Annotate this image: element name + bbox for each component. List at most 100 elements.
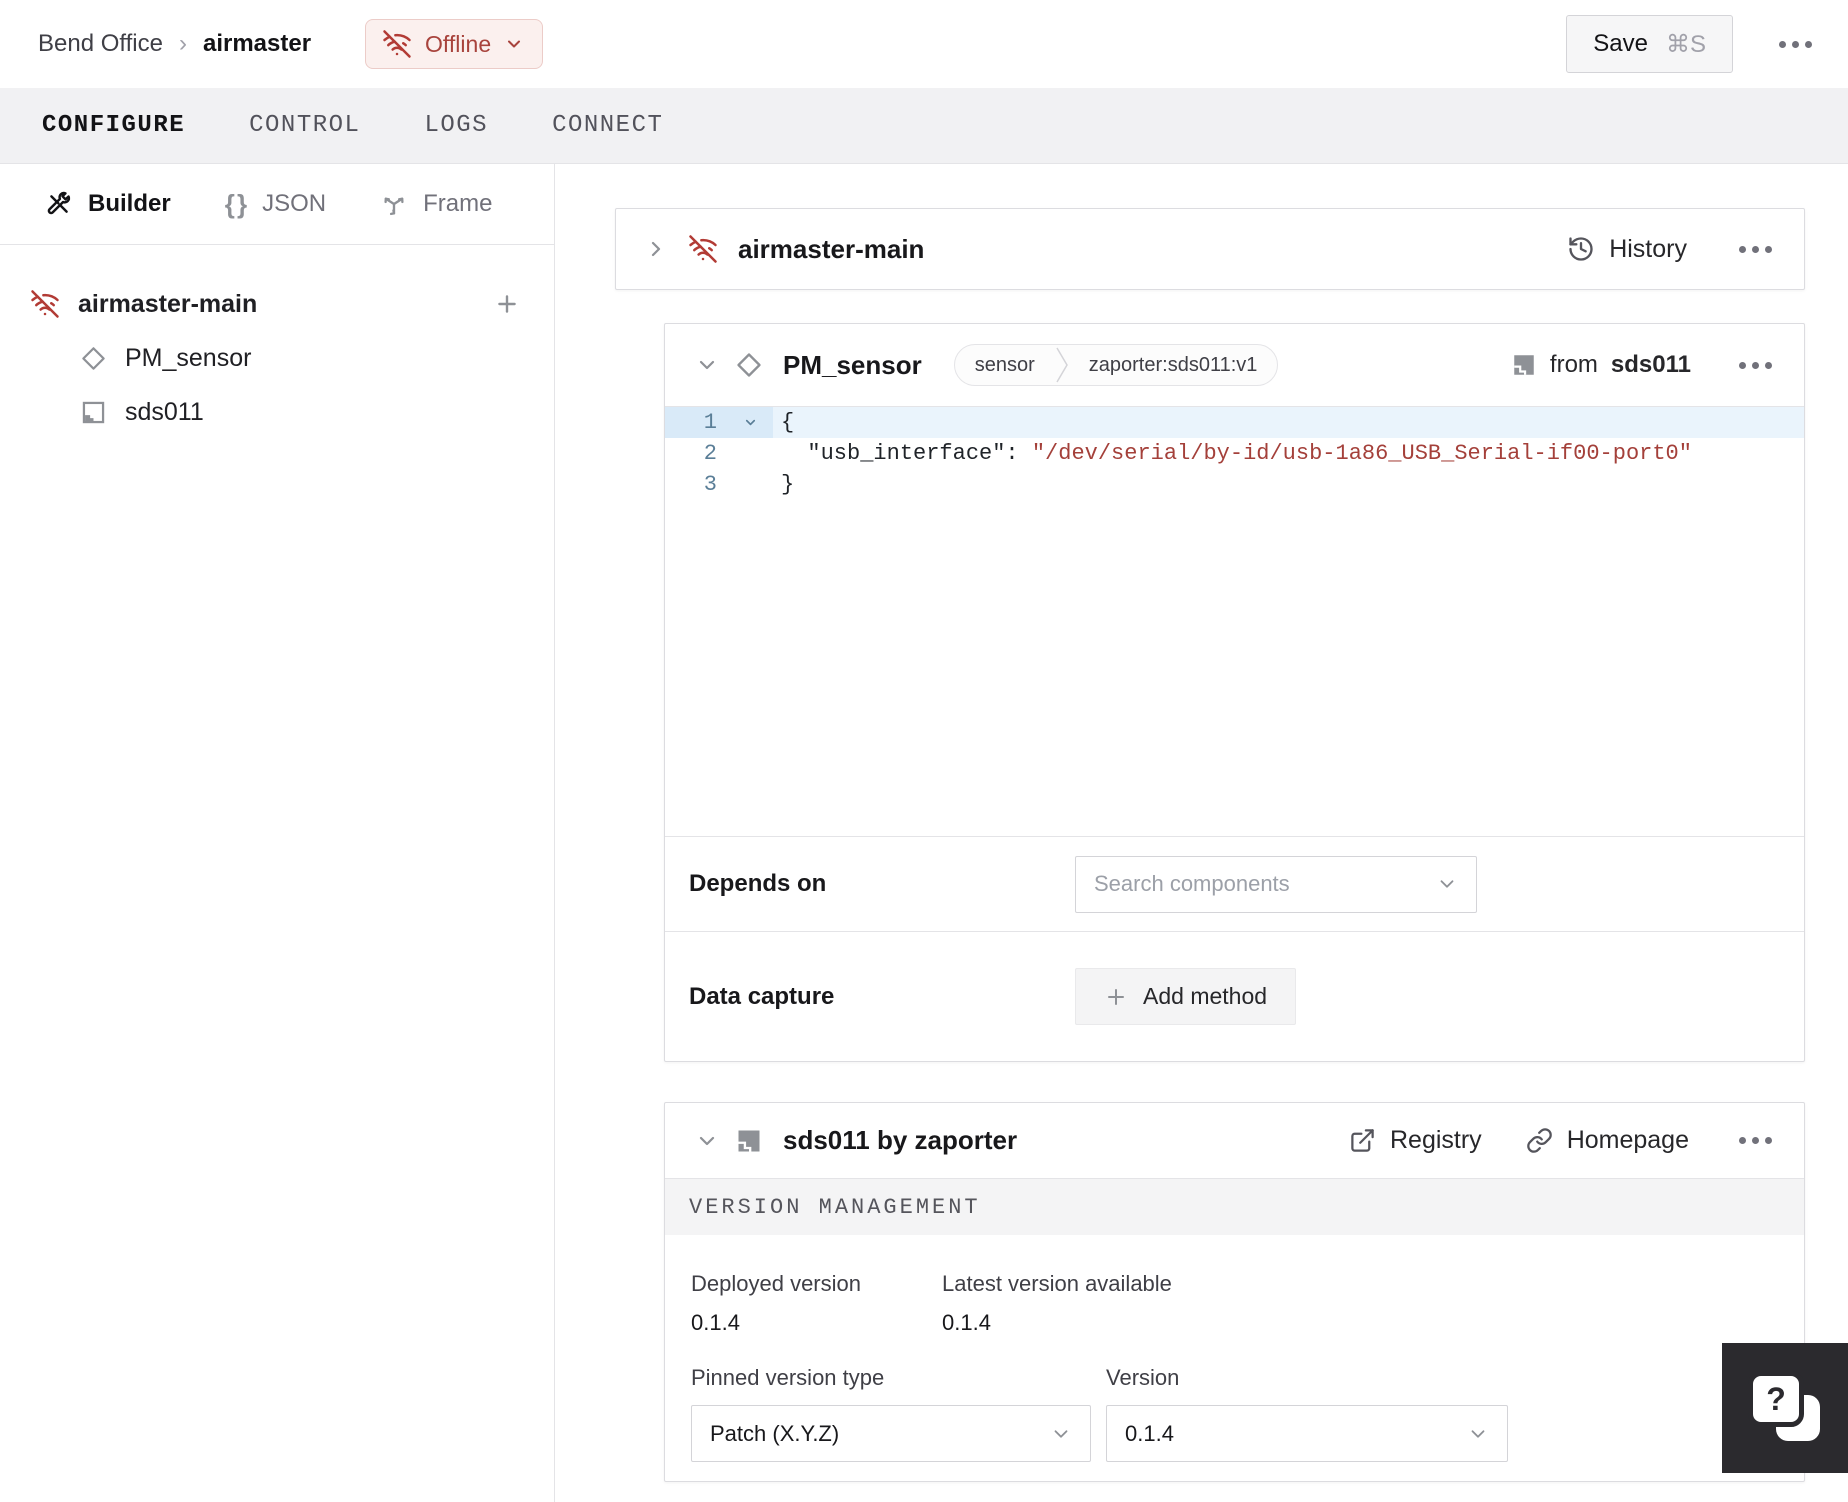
save-button[interactable]: Save ⌘S (1566, 15, 1733, 73)
tab-configure[interactable]: CONFIGURE (42, 112, 185, 139)
data-capture-label: Data capture (689, 982, 835, 1010)
latest-version-label: Latest version available (942, 1271, 1172, 1296)
badge-model: zaporter:sds011:v1 (1088, 353, 1258, 376)
mode-builder[interactable]: Builder (45, 190, 171, 218)
tab-logs[interactable]: LOGS (424, 112, 488, 139)
tree-item-airmaster-main[interactable]: airmaster-main (0, 277, 554, 331)
depends-on-placeholder: Search components (1094, 871, 1290, 896)
chevron-down-icon[interactable] (695, 1129, 719, 1153)
part-card-airmaster-main: airmaster-main History (615, 208, 1805, 290)
breadcrumb-separator-icon: › (178, 30, 187, 57)
config-sidebar: Builder { } JSON Frame airmaster-main PM… (0, 164, 555, 1502)
tree-item-label: PM_sensor (125, 343, 252, 372)
code-string-value: "/dev/serial/by-id/usb-1a86_USB_Serial-i… (1031, 441, 1692, 466)
module-title: sds011 by zaporter (783, 1125, 1018, 1155)
from-module-link[interactable]: from sds011 (1511, 351, 1691, 379)
code-text: } (781, 472, 795, 497)
tree-item-label: airmaster-main (78, 289, 258, 318)
mode-json-label: JSON (262, 190, 327, 217)
from-module-name: sds011 (1610, 351, 1691, 378)
question-glyph: ? (1766, 1380, 1786, 1417)
code-line-1[interactable]: 1 { (665, 407, 1804, 438)
module-card-header: sds011 by zaporter Registry Homepage (665, 1103, 1804, 1178)
diamond-icon (80, 345, 107, 372)
version-label: Version (1106, 1365, 1180, 1390)
wifi-off-icon (688, 234, 718, 264)
tree-item-label: sds011 (125, 397, 204, 426)
code-line-3[interactable]: 3 } (665, 469, 1804, 500)
component-title: PM_sensor (783, 349, 922, 380)
line-number: 3 (703, 472, 717, 497)
tools-icon (45, 190, 73, 218)
deployed-version-label: Deployed version (691, 1271, 861, 1296)
history-button[interactable]: History (1567, 235, 1687, 264)
fold-chevron-icon[interactable] (727, 407, 773, 438)
history-label: History (1609, 234, 1687, 263)
depends-on-label: Depends on (689, 870, 827, 897)
depends-on-section: Depends on Search components (665, 836, 1804, 931)
from-label: from (1549, 351, 1598, 378)
chevron-right-icon[interactable] (644, 237, 668, 261)
top-bar-actions: Save ⌘S (1566, 15, 1818, 73)
chevron-down-icon (1050, 1423, 1072, 1445)
attributes-code-editor[interactable]: 1 { 2 "usb_interface": "/dev/serial/by-i… (665, 407, 1804, 836)
pinned-version-type-value: Patch (X.Y.Z) (710, 1420, 840, 1446)
history-icon (1567, 235, 1595, 263)
status-label: Offline (425, 30, 492, 57)
component-card-pm-sensor: PM_sensor sensor zaporter:sds011:v1 from… (664, 323, 1805, 1062)
mode-frame-label: Frame (423, 190, 493, 217)
help-button[interactable]: ? (1722, 1343, 1848, 1473)
version-select[interactable]: 0.1.4 (1106, 1405, 1508, 1462)
external-link-icon (1349, 1127, 1376, 1154)
homepage-label: Homepage (1566, 1126, 1689, 1154)
module-menu-icon[interactable] (1733, 1131, 1778, 1150)
add-component-icon[interactable] (494, 291, 520, 317)
component-tree: airmaster-main PM_sensor sds011 (0, 245, 554, 439)
module-icon (80, 399, 107, 426)
line-number: 2 (703, 441, 717, 466)
code-line-2[interactable]: 2 "usb_interface": "/dev/serial/by-id/us… (665, 438, 1804, 469)
module-icon (1511, 352, 1537, 378)
deployed-version-value: 0.1.4 (691, 1310, 740, 1335)
homepage-link[interactable]: Homepage (1526, 1126, 1689, 1155)
config-main-panel: airmaster-main History PM_sensor sensor … (555, 164, 1848, 1502)
component-menu-icon[interactable] (1733, 356, 1778, 375)
badge-type: sensor (974, 353, 1035, 376)
tree-item-sds011[interactable]: sds011 (0, 385, 554, 439)
add-method-button[interactable]: Add method (1075, 968, 1297, 1025)
code-key: "usb_interface": (781, 441, 1032, 466)
diamond-icon (735, 351, 763, 379)
machine-status-dropdown[interactable]: Offline (365, 19, 544, 69)
mode-builder-label: Builder (88, 190, 171, 217)
data-capture-section: Data capture Add method (665, 931, 1804, 1061)
registry-link[interactable]: Registry (1349, 1126, 1482, 1155)
breadcrumb: Bend Office › airmaster (38, 30, 311, 58)
tab-control[interactable]: CONTROL (249, 112, 360, 139)
module-card-sds011: sds011 by zaporter Registry Homepage VER… (664, 1102, 1805, 1482)
pinned-version-type-select[interactable]: Patch (X.Y.Z) (691, 1405, 1091, 1462)
chevron-down-icon[interactable] (695, 353, 719, 377)
code-text: { (781, 410, 795, 435)
machine-config-page: Bend Office › airmaster Offline Save ⌘S (0, 0, 1848, 1502)
chevron-down-icon (504, 34, 524, 54)
chevron-down-icon (1467, 1423, 1489, 1445)
question-mark-icon: ? (1746, 1369, 1824, 1447)
tab-connect[interactable]: CONNECT (552, 112, 663, 139)
module-icon (735, 1127, 763, 1155)
version-management-body: Deployed version Latest version availabl… (665, 1235, 1804, 1481)
version-management-header: VERSION MANAGEMENT (665, 1178, 1804, 1235)
breadcrumb-location[interactable]: Bend Office (38, 30, 163, 58)
tree-item-pm-sensor[interactable]: PM_sensor (0, 331, 554, 385)
save-shortcut: ⌘S (1665, 30, 1706, 58)
mode-json[interactable]: { } JSON (225, 189, 326, 220)
mode-frame[interactable]: Frame (380, 190, 492, 218)
breadcrumb-machine: airmaster (202, 30, 312, 57)
overflow-menu-icon[interactable] (1773, 35, 1818, 54)
line-number: 1 (665, 407, 727, 438)
axes-icon (380, 190, 408, 218)
depends-on-select[interactable]: Search components (1075, 855, 1477, 913)
wifi-off-icon (30, 289, 60, 319)
part-menu-icon[interactable] (1733, 240, 1778, 259)
